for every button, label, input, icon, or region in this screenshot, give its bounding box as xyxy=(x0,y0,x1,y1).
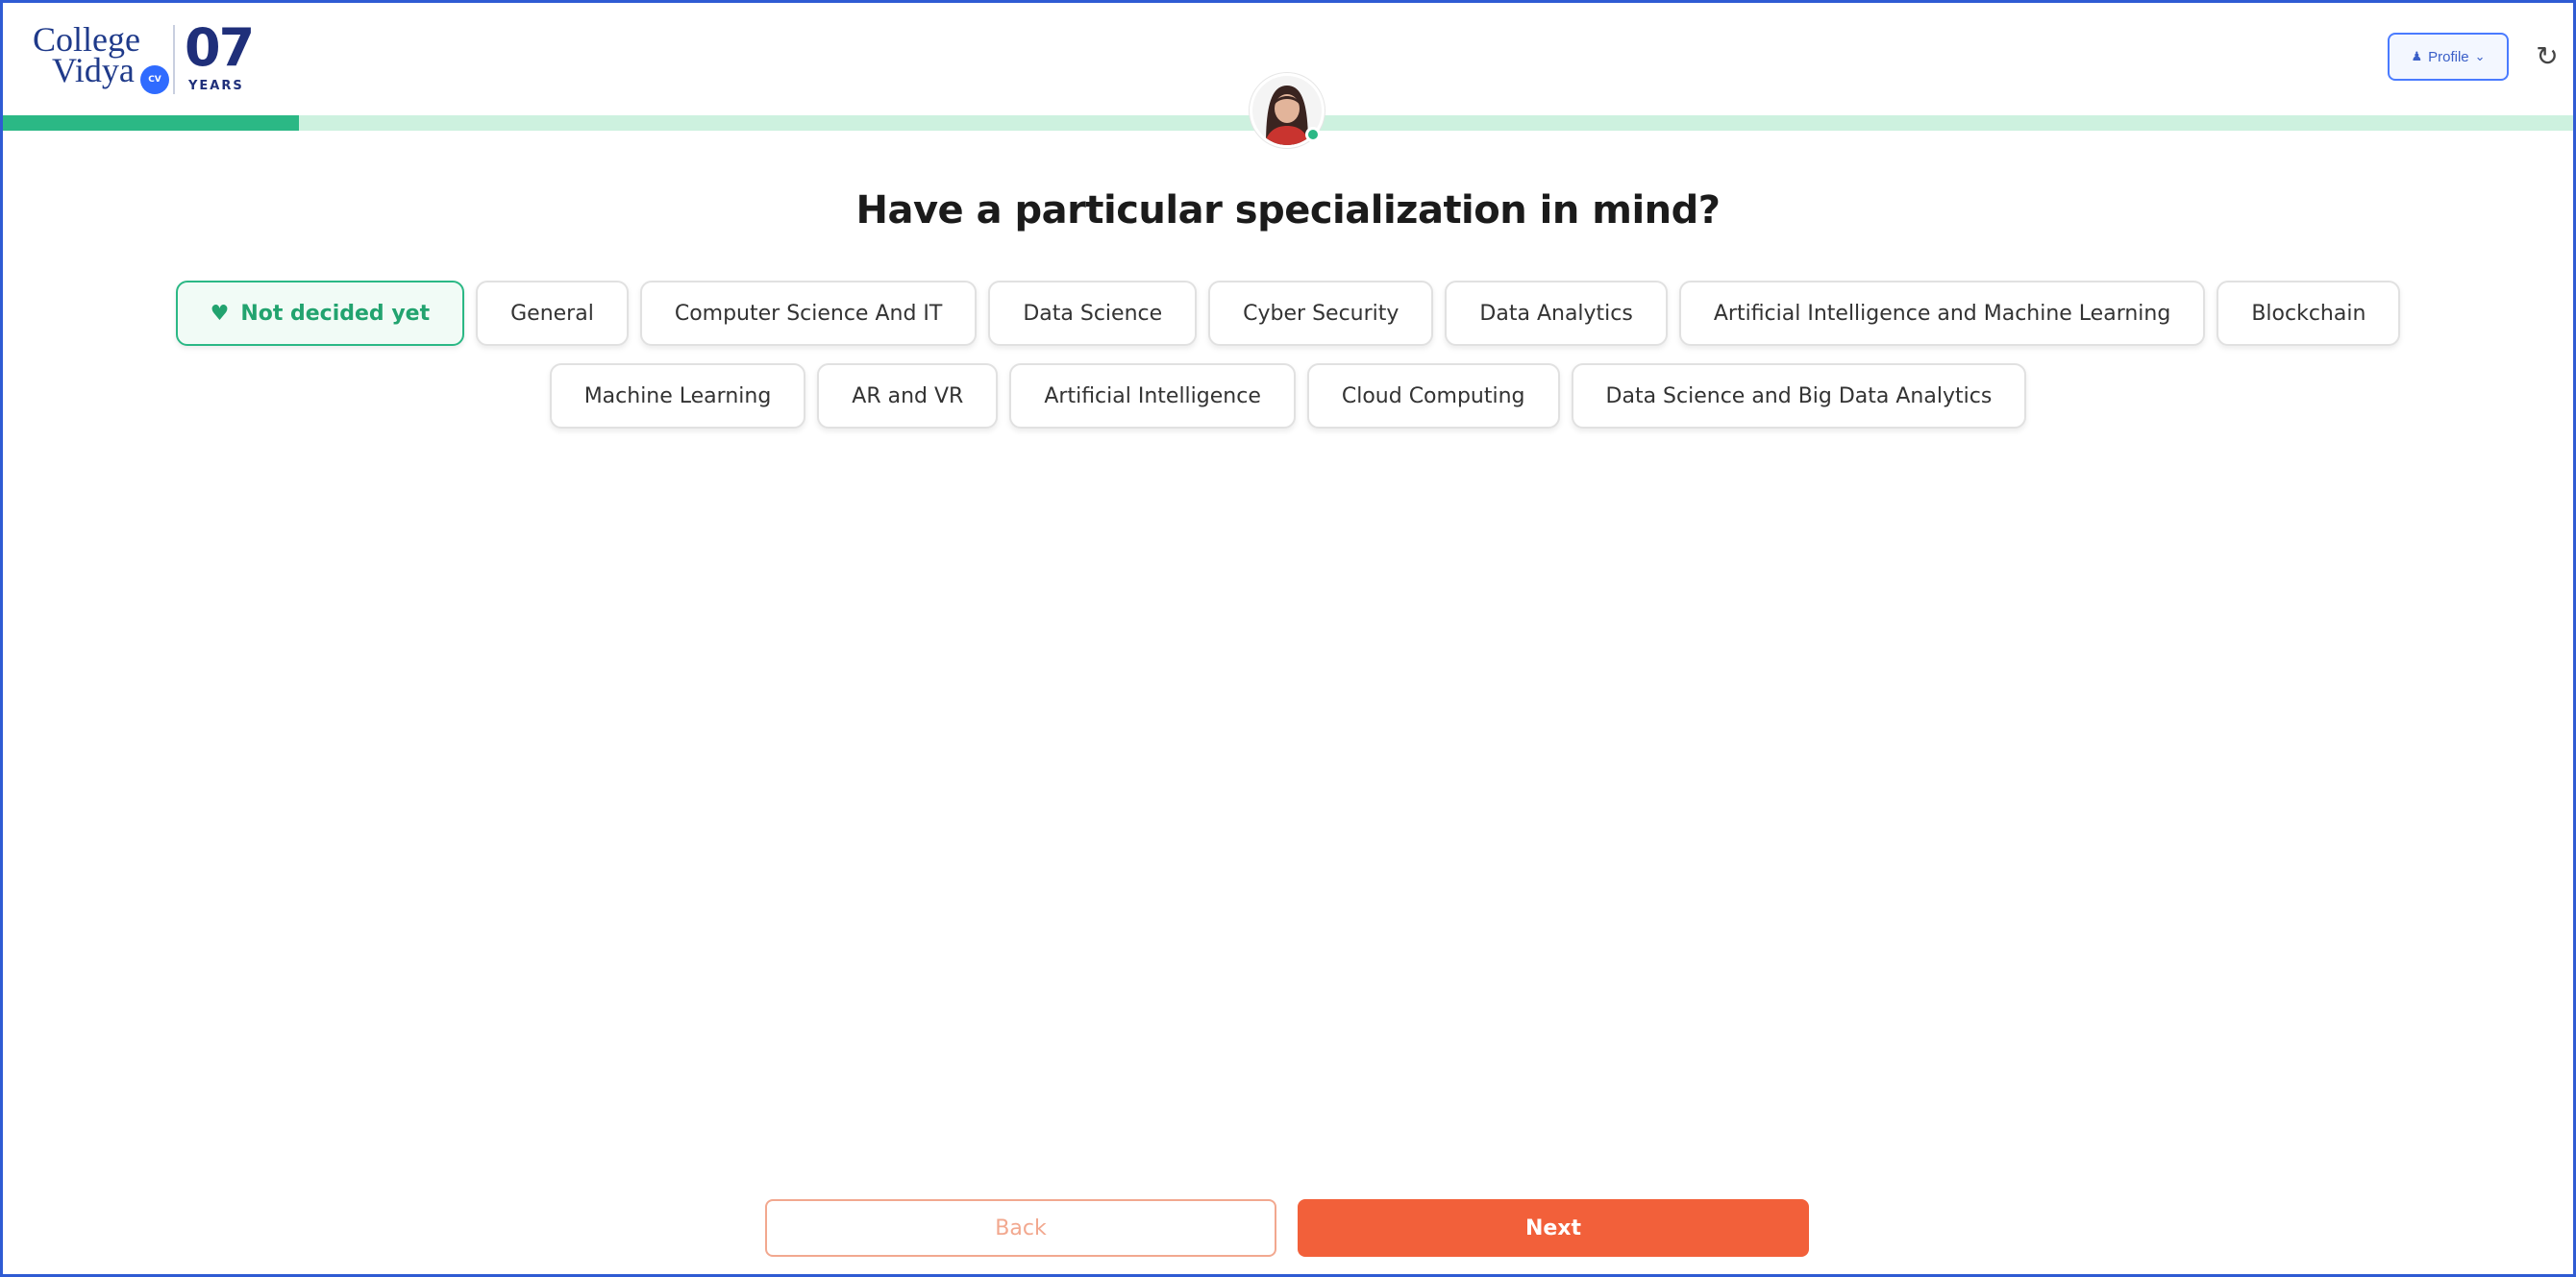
option-cloud-computing[interactable]: Cloud Computing xyxy=(1306,363,1560,429)
option-label: Data Science and Big Data Analytics xyxy=(1605,383,1993,408)
option-not-decided-yet[interactable]: ♥ Not decided yet xyxy=(175,281,465,346)
specialization-options-row-1: ♥ Not decided yet General Computer Scien… xyxy=(0,281,2576,346)
option-label: Data Analytics xyxy=(1479,301,1633,326)
option-label: Blockchain xyxy=(2251,301,2366,326)
option-label: Artificial Intelligence xyxy=(1044,383,1261,408)
option-cyber-security[interactable]: Cyber Security xyxy=(1208,281,1434,346)
option-label: AR and VR xyxy=(852,383,964,408)
college-vidya-logo[interactable]: College Vidya CV 07 YEARS xyxy=(29,17,260,104)
next-button[interactable]: Next xyxy=(1298,1199,1809,1257)
option-label: Data Science xyxy=(1023,301,1163,326)
option-label: General xyxy=(510,301,594,326)
option-data-science-and-big-data-analytics[interactable]: Data Science and Big Data Analytics xyxy=(1571,363,2027,429)
profile-button[interactable]: ♟ Profile ⌄ xyxy=(2388,33,2509,81)
logo-years-number: 07 xyxy=(185,17,255,78)
option-label: Not decided yet xyxy=(240,301,431,326)
chevron-down-icon: ⌄ xyxy=(2474,49,2486,63)
option-label: Artificial Intelligence and Machine Lear… xyxy=(1713,301,2171,326)
option-ar-and-vr[interactable]: AR and VR xyxy=(817,363,999,429)
option-label: Computer Science And IT xyxy=(674,301,943,326)
option-label: Cloud Computing xyxy=(1341,383,1525,408)
specialization-options-row-2: Machine Learning AR and VR Artificial In… xyxy=(0,363,2576,429)
option-label: Cyber Security xyxy=(1243,301,1399,326)
option-machine-learning[interactable]: Machine Learning xyxy=(549,363,806,429)
question-heading: Have a particular specialization in mind… xyxy=(855,188,1721,233)
user-icon: ♟ xyxy=(2411,49,2423,63)
online-status-dot xyxy=(1305,127,1321,142)
option-data-analytics[interactable]: Data Analytics xyxy=(1445,281,1668,346)
option-label: Machine Learning xyxy=(583,383,772,408)
option-data-science[interactable]: Data Science xyxy=(988,281,1198,346)
logo-years-label: YEARS xyxy=(188,79,244,93)
logo-text-vidya: Vidya xyxy=(52,51,135,89)
heart-icon: ♥ xyxy=(210,301,230,326)
option-blockchain[interactable]: Blockchain xyxy=(2217,281,2401,346)
profile-label: Profile xyxy=(2428,48,2469,65)
back-button[interactable]: Back xyxy=(765,1199,1276,1257)
logo-divider xyxy=(173,25,175,94)
progress-bar-fill xyxy=(3,115,299,131)
logo-badge: CV xyxy=(140,65,169,94)
option-computer-science-and-it[interactable]: Computer Science And IT xyxy=(639,281,978,346)
option-artificial-intelligence[interactable]: Artificial Intelligence xyxy=(1009,363,1296,429)
option-ai-and-ml[interactable]: Artificial Intelligence and Machine Lear… xyxy=(1678,281,2206,346)
option-general[interactable]: General xyxy=(476,281,629,346)
refresh-icon[interactable]: ↻ xyxy=(2530,38,2564,73)
